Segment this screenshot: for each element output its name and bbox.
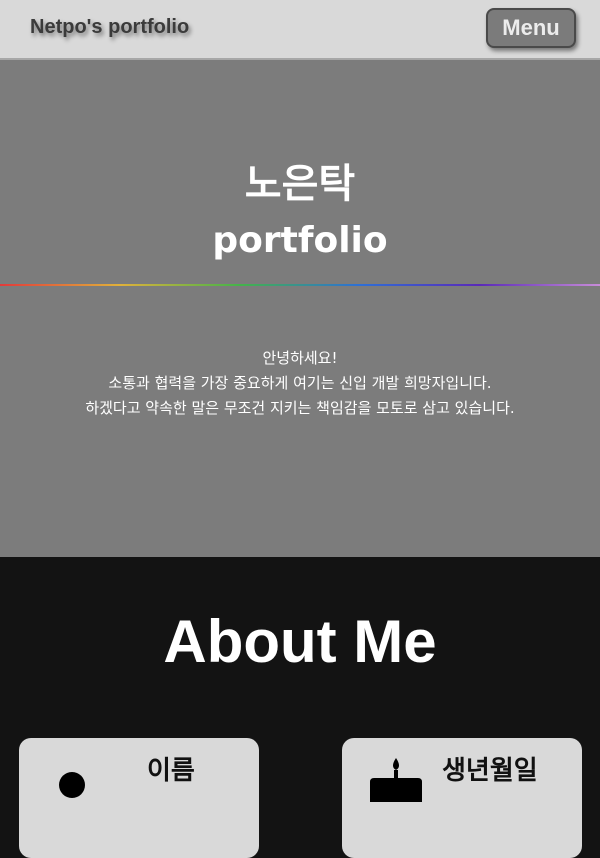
brand-title[interactable]: Netpo's portfolio [30,16,189,39]
person-icon [59,772,85,798]
navbar: Netpo's portfolio Menu [0,0,600,60]
name-card: 이름 [19,738,259,858]
rainbow-divider [0,284,600,286]
hero-subtitle: portfolio [212,220,388,261]
birthday-card: 생년월일 [342,738,582,858]
intro-line: 하겠다고 약속한 말은 무조건 지키는 책임감을 모토로 삼고 있습니다. [85,399,515,417]
hero-name: 노은탁 [244,161,356,207]
about-title: About Me [163,608,437,675]
intro-text: 안녕하세요! 소통과 협력을 가장 중요하게 여기는 신입 개발 희망자입니다.… [0,346,600,421]
hero-section: 노은탁 portfolio 안녕하세요! 소통과 협력을 가장 중요하게 여기는… [0,60,600,557]
birthday-card-label: 생년월일 [442,756,538,786]
intro-line: 소통과 협력을 가장 중요하게 여기는 신입 개발 희망자입니다. [108,374,492,392]
intro-line: 안녕하세요! [262,349,338,367]
name-card-label: 이름 [147,756,195,786]
menu-button[interactable]: Menu [486,8,576,48]
birthday-cake-icon [370,758,422,802]
about-section: About Me 이름 생년월일 [0,557,600,858]
